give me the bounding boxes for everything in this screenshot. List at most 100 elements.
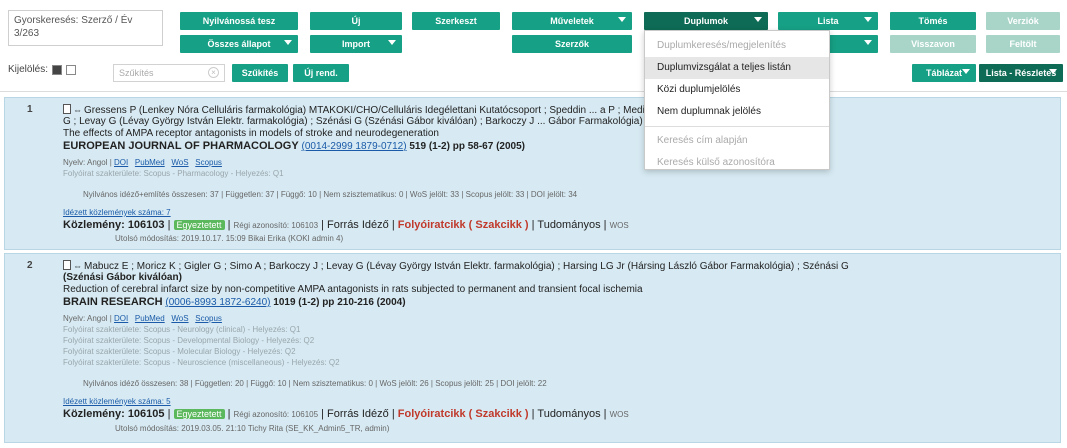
menu-item-not-duplicate[interactable]: Nem duplumnak jelölés xyxy=(645,101,829,123)
language: Nyelv: Angol xyxy=(63,314,108,323)
links-line: Nyelv: Angol | DOI PubMed WoS Scopus xyxy=(63,158,222,167)
select-none-checkbox[interactable] xyxy=(66,64,77,75)
menu-item-search-external-id[interactable]: Keresés külső azonosítóra xyxy=(645,152,829,174)
journal-name: EUROPEAN JOURNAL OF PHARMACOLOGY xyxy=(63,140,299,152)
scopus-link[interactable]: Scopus xyxy=(195,314,222,323)
doi-link[interactable]: DOI xyxy=(114,158,128,167)
last-modified: Utolsó módosítás: 2019.03.05. 21:10 Tich… xyxy=(115,424,390,433)
old-id: Régi azonosító: 106103 xyxy=(233,221,319,230)
menu-item-search-by-title[interactable]: Keresés cím alapján xyxy=(645,130,829,152)
undo-button[interactable]: Visszavon xyxy=(890,35,976,53)
authors-line-2: (Szénási Gábor kiválóan) xyxy=(63,272,182,283)
menu-item-duplicate-search[interactable]: Duplumkeresés/megjelenítés xyxy=(645,35,829,57)
result-count: 3/263 xyxy=(14,28,40,39)
scopus-link[interactable]: Scopus xyxy=(195,158,222,167)
table-view-dropdown[interactable]: Táblázat xyxy=(912,64,976,82)
chevron-down-icon xyxy=(754,17,762,22)
menu-item-full-duplicate-check[interactable]: Duplumvizsgálat a teljes listán xyxy=(645,57,829,79)
new-sort-button[interactable]: Új rend. xyxy=(293,64,349,82)
old-id: Régi azonosító: 106105 xyxy=(233,410,319,419)
authors-line: ⇔ Mabucz E ; Moricz K ; Gigler G ; Simo A… xyxy=(63,260,849,272)
new-label: Új xyxy=(351,16,361,26)
wos-tag: WOS xyxy=(609,221,629,230)
edit-button[interactable]: Szerkeszt xyxy=(412,12,500,30)
subject-area: Folyóirat szakterülete: Scopus - Neurosc… xyxy=(63,358,340,367)
document-icon[interactable] xyxy=(63,104,71,114)
edit-label: Szerkeszt xyxy=(435,16,477,26)
language: Nyelv: Angol xyxy=(63,158,108,167)
duplicates-dropdown[interactable]: Duplumok xyxy=(644,12,768,30)
authors-line-2: G ; Levay G (Lévay György István Elektr.… xyxy=(63,116,643,127)
issn-link[interactable]: (0006-8993 1872-6240) xyxy=(165,297,270,308)
scientific-label: Tudományos xyxy=(537,408,601,420)
import-label: Import xyxy=(342,39,370,49)
import-dropdown[interactable]: Import xyxy=(310,35,402,53)
bulk-label: Tömés xyxy=(918,16,948,26)
title: Reduction of cerebral infarct size by no… xyxy=(63,284,643,295)
status-badge: Egyeztetett xyxy=(173,220,225,230)
chevron-down-icon xyxy=(1049,69,1057,74)
volume-info: 519 (1-2) pp 58-67 (2005) xyxy=(409,141,525,152)
bulk-button[interactable]: Tömés xyxy=(890,12,976,30)
duplicates-label: Duplumok xyxy=(684,16,728,26)
all-status-label: Összes állapot xyxy=(207,39,271,49)
document-icon[interactable] xyxy=(63,260,71,270)
filter-placeholder: Szűkítés xyxy=(119,68,154,78)
quick-search-box[interactable]: Gyorskeresés: Szerző / Év 3/263 xyxy=(8,10,163,46)
subject-area: Folyóirat szakterülete: Scopus - Neurolo… xyxy=(63,325,301,334)
chevron-down-icon xyxy=(618,17,626,22)
publication-label: Közlemény: xyxy=(63,408,125,420)
all-status-dropdown[interactable]: Összes állapot xyxy=(180,35,298,53)
wos-link[interactable]: WoS xyxy=(171,158,188,167)
issn-link[interactable]: (0014-2999 1879-0712) xyxy=(301,141,406,152)
cited-count-link[interactable]: Idézett közlemények száma: 7 xyxy=(63,208,171,217)
list-label: Lista xyxy=(817,16,839,26)
make-public-button[interactable]: Nyilvánossá tesz xyxy=(180,12,298,30)
operations-dropdown[interactable]: Műveletek xyxy=(512,12,632,30)
authors-label: Szerzők xyxy=(554,39,589,49)
chevron-down-icon xyxy=(962,69,970,74)
filter-button[interactable]: Szűkítés xyxy=(232,64,288,82)
journal-line: EUROPEAN JOURNAL OF PHARMACOLOGY (0014-2… xyxy=(63,140,525,152)
quick-search-label: Gyorskeresés: Szerző / Év xyxy=(14,15,133,26)
publication-id: 106105 xyxy=(127,408,165,420)
cited-count-link[interactable]: Idézett közlemények száma: 5 xyxy=(63,397,171,406)
clear-icon[interactable]: × xyxy=(208,67,219,78)
menu-divider xyxy=(645,126,829,127)
list-dropdown[interactable]: Lista xyxy=(778,12,878,30)
title: The effects of AMPA receptor antagonists… xyxy=(63,128,439,139)
menu-item-manual-duplicate[interactable]: Közi duplumjelölés xyxy=(645,79,829,101)
chevron-down-icon xyxy=(284,40,292,45)
authors-text: Mabucz E ; Moricz K ; Gigler G ; Simo A … xyxy=(84,261,849,272)
upload-button[interactable]: Feltölt xyxy=(986,35,1060,53)
list-item[interactable]: 1 ⇔ Gressens P (Lenkey Nóra Celluláris fa… xyxy=(4,97,1061,250)
authors-button[interactable]: Szerzők xyxy=(512,35,632,53)
publication-id: 106103 xyxy=(127,219,165,231)
toolbar: Gyorskeresés: Szerző / Év 3/263 Nyilváno… xyxy=(0,0,1067,92)
wos-link[interactable]: WoS xyxy=(171,314,188,323)
list-item[interactable]: 2 ⇔ Mabucz E ; Moricz K ; Gigler G ; Simo… xyxy=(4,253,1061,443)
new-button[interactable]: Új xyxy=(310,12,402,30)
citation-stats: Nyilvános idéző+említés összesen: 37 | F… xyxy=(83,190,578,199)
doi-link[interactable]: DOI xyxy=(114,314,128,323)
last-modified: Utolsó módosítás: 2019.10.17. 15:09 Bika… xyxy=(115,234,344,243)
pubmed-link[interactable]: PubMed xyxy=(135,314,165,323)
undo-label: Visszavon xyxy=(911,39,955,49)
arrow-icon: ⇔ xyxy=(73,105,82,115)
select-all-checkbox[interactable] xyxy=(52,64,63,75)
filter-input[interactable]: Szűkítés × xyxy=(113,64,225,82)
operations-label: Műveletek xyxy=(550,16,594,26)
status-badge: Egyeztetett xyxy=(173,409,225,419)
list-detailed-dropdown[interactable]: Lista - Részletes xyxy=(979,64,1063,82)
journal-line: BRAIN RESEARCH (0006-8993 1872-6240) 101… xyxy=(63,296,406,308)
selection-controls: Kijelölés: xyxy=(8,64,77,75)
pubmed-link[interactable]: PubMed xyxy=(135,158,165,167)
chevron-down-icon xyxy=(864,17,872,22)
subject-area: Folyóirat szakterülete: Scopus - Molecul… xyxy=(63,347,296,356)
versions-label: Verziók xyxy=(1007,16,1039,26)
list-detailed-label: Lista - Részletes xyxy=(985,68,1057,78)
subject-area: Folyóirat szakterülete: Scopus - Pharmac… xyxy=(63,169,284,178)
chevron-down-icon xyxy=(388,40,396,45)
filter-button-label: Szűkítés xyxy=(241,68,279,78)
versions-button[interactable]: Verziók xyxy=(986,12,1060,30)
